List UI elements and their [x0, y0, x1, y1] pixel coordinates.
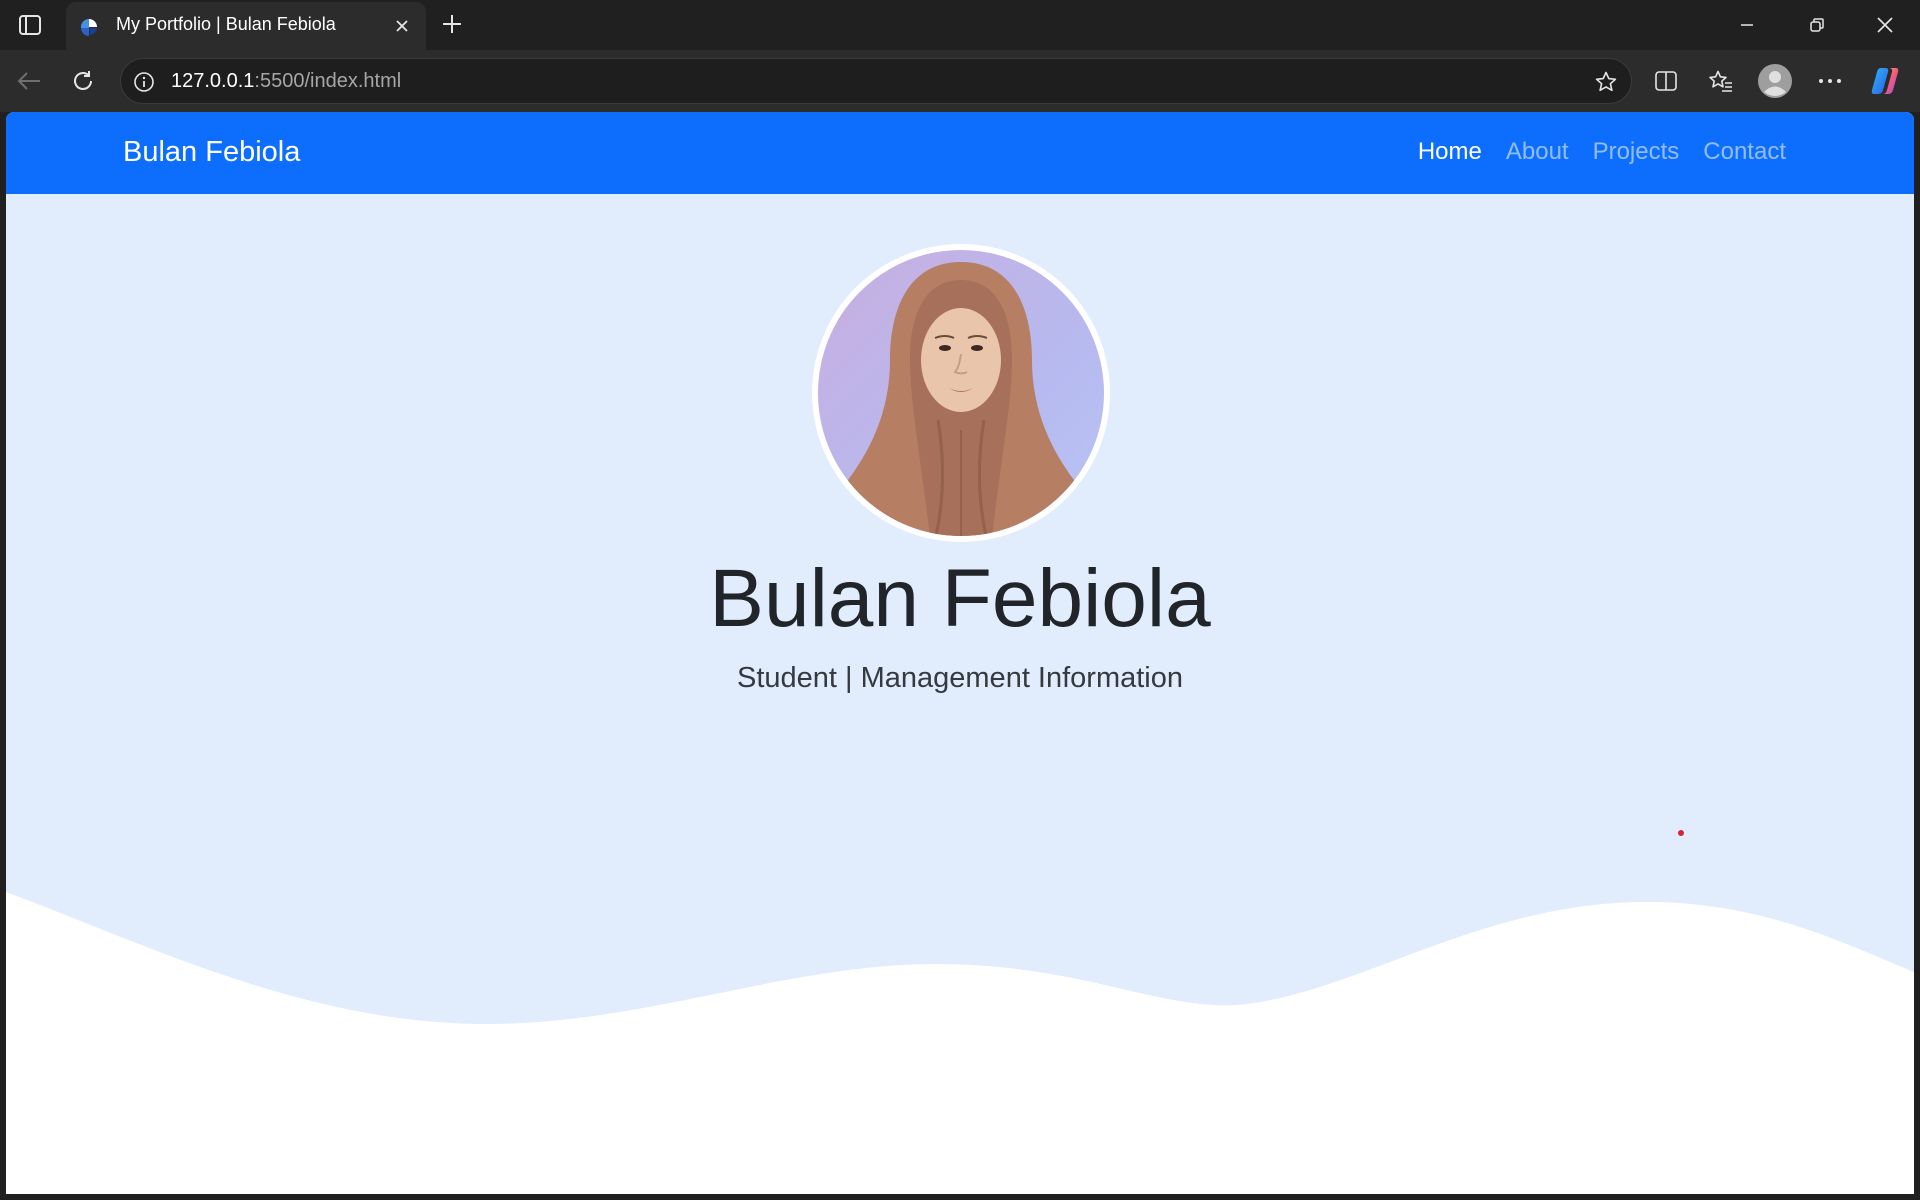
settings-menu-button[interactable] [1811, 62, 1849, 100]
favorites-button[interactable] [1702, 62, 1740, 100]
split-screen-icon [1655, 71, 1677, 91]
restore-button[interactable] [1782, 0, 1852, 50]
profile-photo-illustration [818, 262, 1104, 536]
add-favorite-button[interactable] [1591, 67, 1621, 97]
url-path: :5500/index.html [254, 70, 402, 92]
nav-link-projects[interactable]: Projects [1593, 138, 1680, 166]
copilot-icon [1871, 68, 1899, 94]
hero-subtitle: Student | Management Information [736, 662, 1184, 694]
refresh-button[interactable] [64, 62, 102, 100]
tab-close-button[interactable] [388, 12, 416, 40]
browser-tabstrip: My Portfolio | Bulan Febiola [0, 0, 1920, 50]
minimize-icon [1741, 24, 1753, 26]
favorites-icon [1709, 70, 1732, 92]
nav-links: Home About Projects Contact [1418, 138, 1786, 166]
favicon-icon [80, 18, 97, 36]
tab-actions-button[interactable] [12, 10, 48, 40]
refresh-icon [74, 71, 92, 90]
profile-photo [812, 244, 1110, 542]
nav-link-home[interactable]: Home [1418, 138, 1482, 166]
wave-divider [6, 892, 1914, 1194]
restore-icon [1810, 18, 1824, 32]
navbar-brand[interactable]: Bulan Febiola [123, 136, 300, 169]
split-screen-button[interactable] [1647, 62, 1685, 100]
page-viewport: Bulan Febiola Home About Projects Contac… [6, 112, 1914, 1194]
site-info-button[interactable] [131, 69, 157, 95]
profile-icon [1758, 64, 1792, 98]
site-navbar: Bulan Febiola Home About Projects Contac… [6, 112, 1914, 194]
url-text[interactable]: 127.0.0.1:5500/index.html [171, 70, 401, 93]
new-tab-button[interactable] [436, 8, 468, 40]
hero-name: Bulan Febiola [709, 553, 1211, 644]
nav-link-contact[interactable]: Contact [1703, 138, 1786, 166]
close-window-button[interactable] [1850, 0, 1920, 50]
address-bar[interactable]: 127.0.0.1:5500/index.html [120, 58, 1632, 104]
back-arrow-icon [17, 72, 40, 90]
minimize-button[interactable] [1712, 0, 1782, 50]
info-icon [134, 72, 154, 92]
star-icon [1595, 71, 1617, 92]
tab-actions-icon [19, 15, 41, 35]
tab-title: My Portfolio | Bulan Febiola [116, 14, 336, 34]
url-host: 127.0.0.1 [171, 70, 255, 92]
hero-section: Bulan Febiola Student | Management Infor… [6, 194, 1914, 1194]
browser-tab[interactable]: My Portfolio | Bulan Febiola [66, 2, 426, 50]
back-button[interactable] [10, 62, 48, 100]
browser-toolbar: 127.0.0.1:5500/index.html [0, 50, 1920, 112]
close-icon [396, 20, 408, 32]
nav-link-about[interactable]: About [1506, 138, 1569, 166]
plus-icon [443, 15, 461, 33]
more-icon [1819, 79, 1841, 83]
copilot-button[interactable] [1866, 62, 1904, 100]
profile-button[interactable] [1756, 62, 1794, 100]
close-window-icon [1877, 17, 1893, 33]
